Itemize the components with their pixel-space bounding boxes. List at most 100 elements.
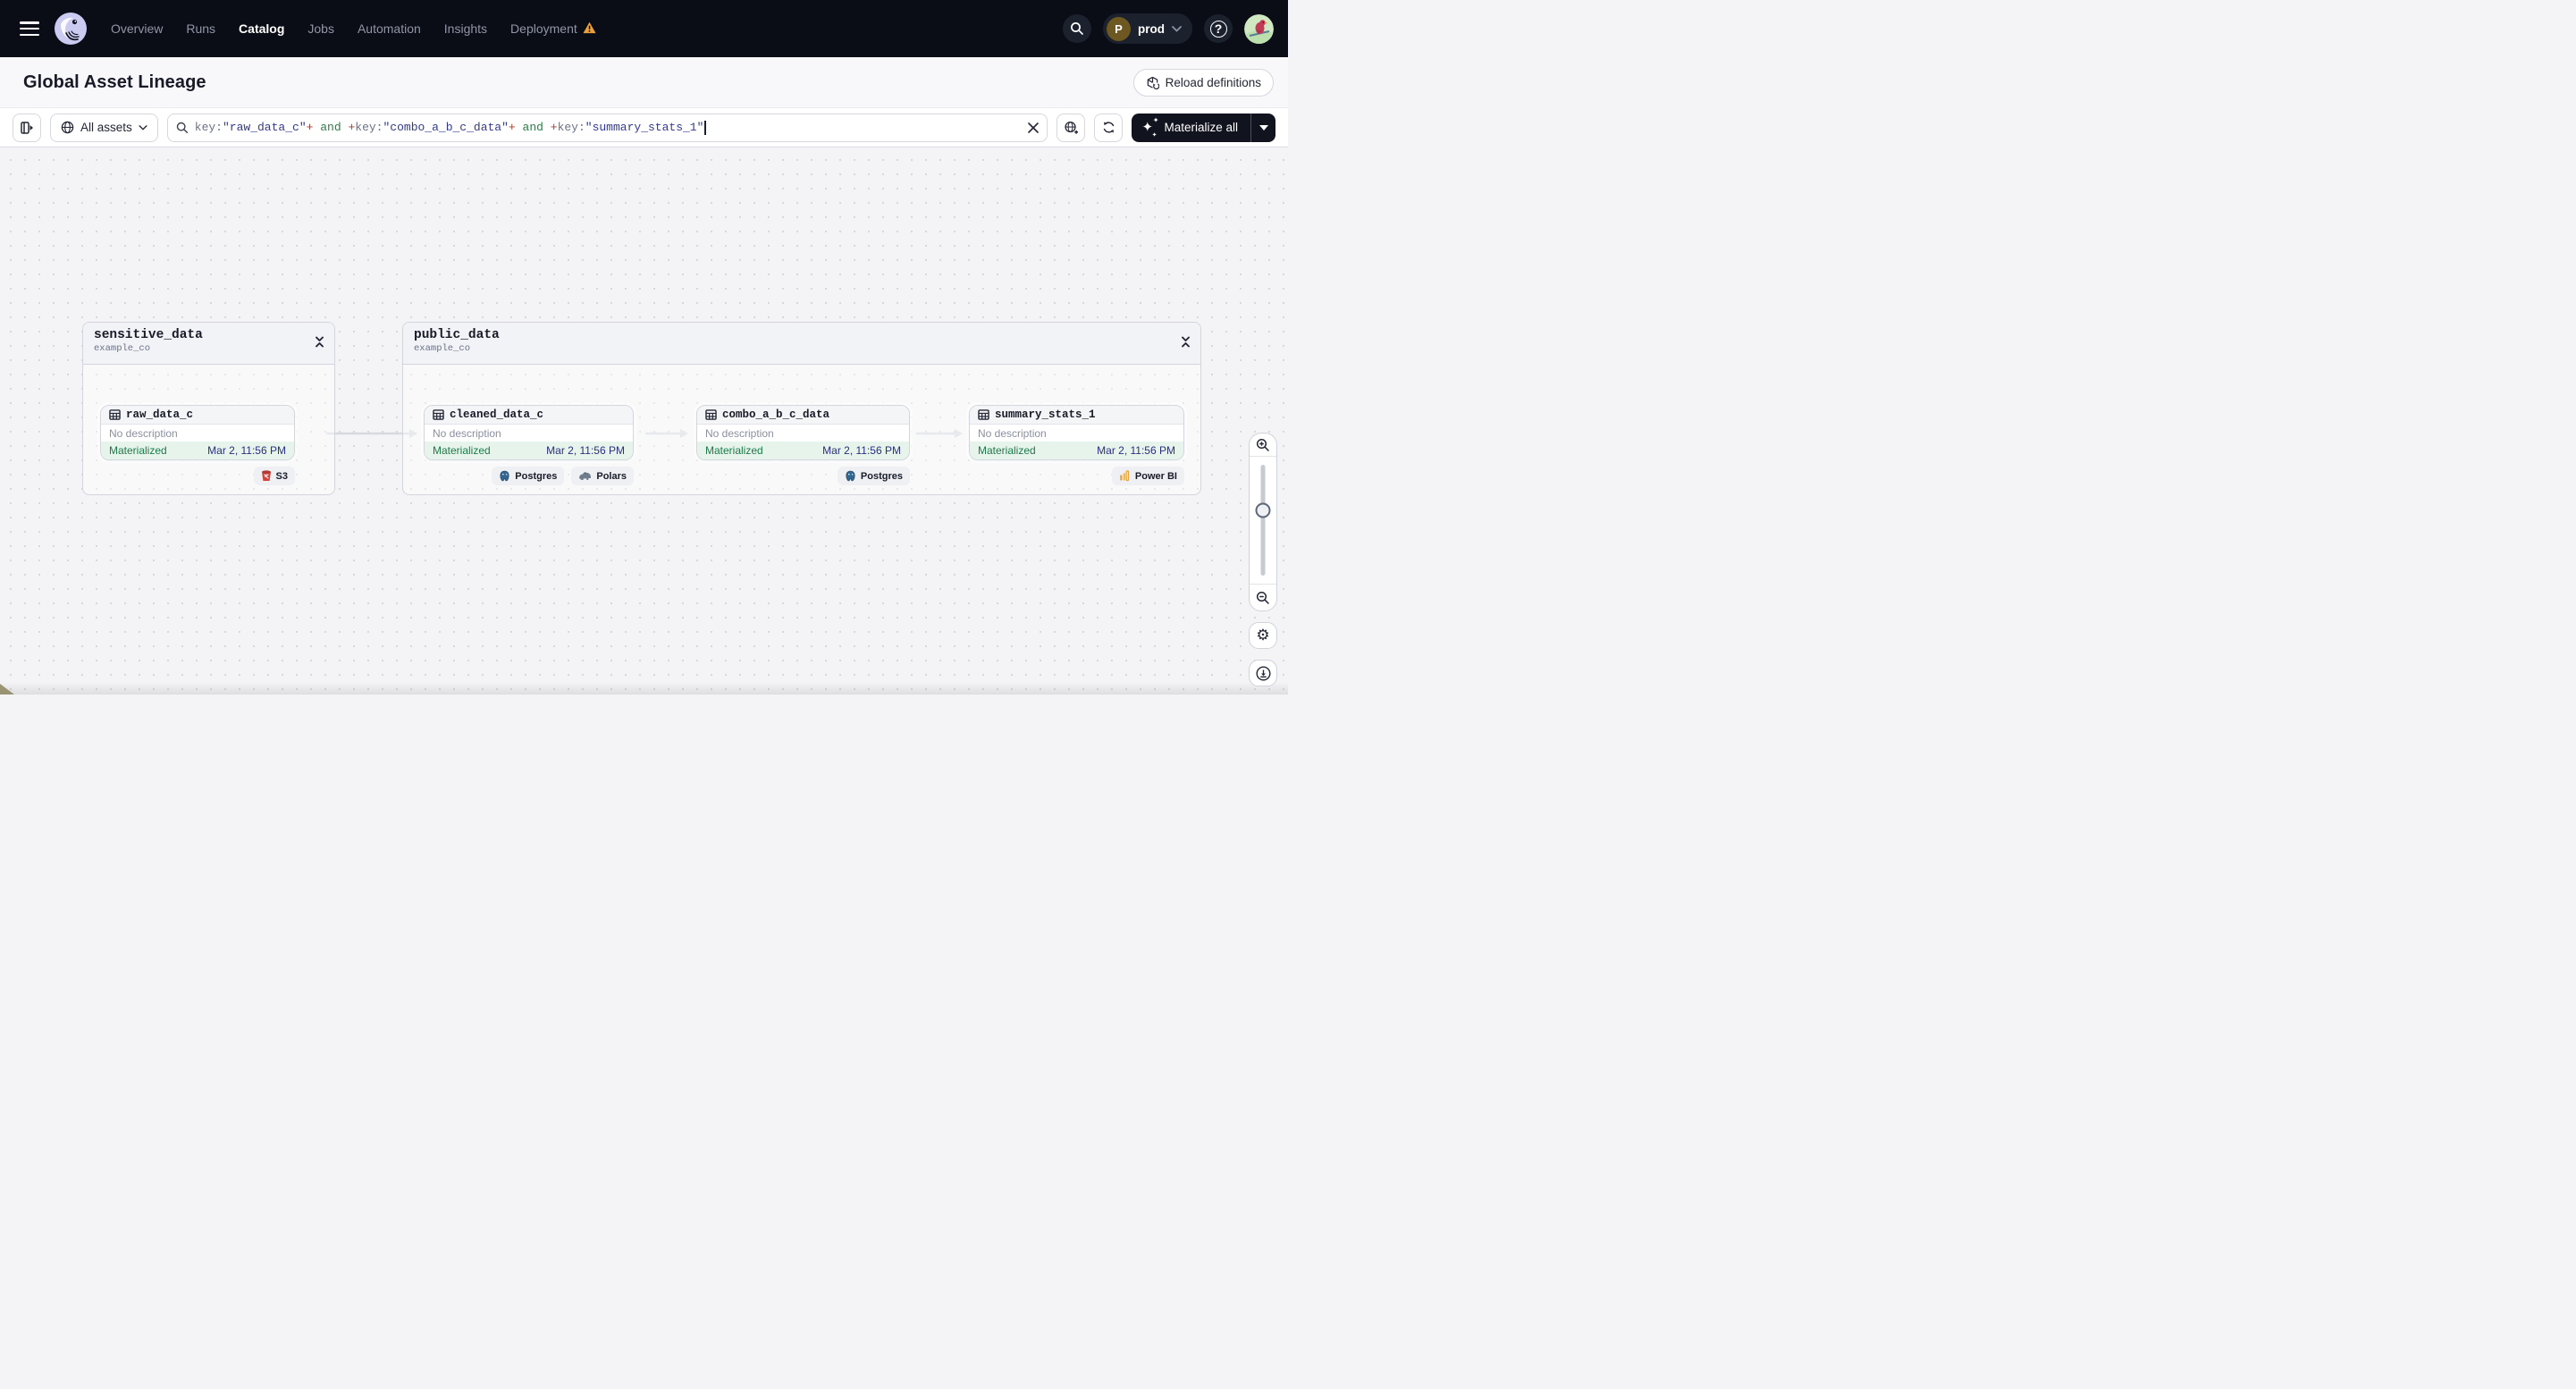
refresh-icon — [1103, 122, 1115, 133]
group-header: sensitive_data example_co — [83, 323, 334, 365]
download-image-button[interactable] — [1249, 660, 1277, 686]
query-token-value: "raw_data_c" — [223, 121, 307, 134]
nav-item-catalog[interactable]: Catalog — [239, 21, 284, 36]
query-token-attr: key: — [355, 121, 383, 134]
zoom-in-button[interactable] — [1250, 434, 1276, 457]
asset-status-bar: Materialized Mar 2, 11:56 PM — [697, 442, 909, 459]
status-label: Materialized — [978, 444, 1036, 457]
clear-icon[interactable] — [1028, 122, 1040, 133]
user-avatar[interactable] — [1244, 13, 1274, 44]
materialization-timestamp[interactable]: Mar 2, 11:56 PM — [207, 444, 286, 457]
collapse-group-icon[interactable] — [1180, 335, 1191, 353]
query-token-attr: key: — [194, 121, 223, 134]
materialization-timestamp[interactable]: Mar 2, 11:56 PM — [546, 444, 625, 457]
asset-scope-label: All assets — [80, 121, 132, 134]
nav-item-label: Deployment — [510, 21, 577, 36]
group-subtitle: example_co — [94, 343, 151, 354]
collapse-group-icon[interactable] — [314, 335, 325, 353]
asset-name: raw_data_c — [126, 408, 194, 421]
refresh-button[interactable] — [1094, 113, 1124, 142]
reload-definitions-label: Reload definitions — [1165, 75, 1261, 89]
asset-name: cleaned_data_c — [450, 408, 544, 421]
postgres-icon — [845, 470, 856, 482]
asset-node-combo_a_b_c_data[interactable]: combo_a_b_c_data No description Materializ… — [696, 405, 910, 460]
tag-badge-polars[interactable]: Polars — [571, 467, 634, 485]
panel-expand-icon — [20, 121, 33, 134]
table-icon — [705, 409, 717, 420]
reload-cube-icon — [1147, 76, 1159, 89]
nav-item-label: Runs — [186, 21, 216, 36]
tag-badge-postgres[interactable]: Postgres — [492, 467, 565, 485]
materialization-timestamp[interactable]: Mar 2, 11:56 PM — [822, 444, 901, 457]
powerbi-icon — [1119, 470, 1131, 482]
group-subtitle: example_co — [414, 343, 471, 354]
nav-item-label: Insights — [443, 21, 488, 36]
corner-decoration — [0, 684, 14, 694]
warning-icon — [583, 21, 596, 37]
group-name: sensitive_data — [94, 328, 203, 342]
gear-icon: ⚙ — [1256, 626, 1270, 644]
query-token-value: "summary_stats_1" — [585, 121, 704, 134]
materialize-all-label: Materialize all — [1164, 121, 1238, 134]
view-graph-button[interactable] — [1056, 113, 1086, 142]
zoom-slider[interactable] — [1250, 457, 1276, 584]
tag-badge-postgres[interactable]: Postgres — [837, 467, 910, 485]
asset-node-header: cleaned_data_c — [425, 406, 633, 425]
materialize-all-button[interactable]: ✦ ✦ ✦ Materialize all — [1132, 114, 1250, 142]
asset-description: No description — [425, 425, 633, 442]
group-header: public_data example_co — [403, 323, 1200, 365]
asset-tag-row: Postgres Polars — [424, 467, 634, 485]
environment-switcher[interactable]: P prod — [1103, 13, 1192, 44]
query-token-op: + — [306, 121, 314, 134]
asset-node-summary_stats_1[interactable]: summary_stats_1 No description Materialize… — [969, 405, 1184, 460]
asset-node-header: raw_data_c — [101, 406, 294, 425]
tag-badge-s3[interactable]: S3 — [253, 467, 295, 485]
query-token-op: + — [508, 121, 516, 134]
zoom-out-button[interactable] — [1250, 584, 1276, 610]
globe-plus-icon — [1065, 121, 1079, 134]
nav-item-jobs[interactable]: Jobs — [307, 21, 334, 36]
asset-node-cleaned_data_c[interactable]: cleaned_data_c No description Materialized… — [424, 405, 634, 460]
asset-scope-selector[interactable]: All assets — [50, 113, 158, 142]
materialization-timestamp[interactable]: Mar 2, 11:56 PM — [1097, 444, 1175, 457]
table-icon — [433, 409, 444, 420]
page-header: Global Asset Lineage Reload definitions — [0, 57, 1288, 108]
asset-selection-input[interactable]: key: "raw_data_c" + and + key: "combo_a_b_c_… — [166, 113, 1048, 142]
search-icon[interactable] — [1063, 14, 1091, 43]
lineage-toolbar: All assets key: "raw_data_c" + and + key: "c… — [0, 108, 1288, 147]
asset-node-raw_data_c[interactable]: raw_data_c No description Materialized Mar … — [100, 405, 295, 460]
dagster-logo-icon[interactable] — [54, 12, 88, 46]
nav-item-insights[interactable]: Insights — [444, 21, 487, 36]
table-icon — [109, 409, 121, 420]
materialize-options-button[interactable] — [1250, 113, 1275, 142]
polars-icon — [578, 471, 592, 481]
tag-badge-power-bi[interactable]: Power BI — [1111, 467, 1184, 485]
asset-description: No description — [697, 425, 909, 442]
lineage-canvas[interactable]: ⚙ sensitive_data example_co raw_data_c No d… — [0, 147, 1288, 694]
sparkles-icon: ✦ ✦ ✦ — [1141, 115, 1159, 139]
graph-settings-button[interactable]: ⚙ — [1249, 622, 1277, 649]
download-icon — [1255, 665, 1271, 681]
primary-nav: Overview Runs Catalog Jobs Automation Insight… — [111, 21, 596, 37]
toggle-sidebar-button[interactable] — [13, 113, 41, 142]
help-button[interactable]: ? — [1204, 14, 1233, 43]
s3-icon — [261, 470, 272, 482]
nav-item-label: Jobs — [307, 21, 334, 36]
zoom-slider-thumb[interactable] — [1255, 502, 1271, 518]
nav-item-runs[interactable]: Runs — [186, 21, 215, 36]
question-icon: ? — [1209, 20, 1227, 38]
menu-icon[interactable] — [20, 21, 39, 36]
group-name: public_data — [414, 328, 500, 342]
environment-name: prod — [1138, 21, 1165, 36]
nav-item-label: Overview — [111, 21, 164, 36]
nav-item-overview[interactable]: Overview — [111, 21, 163, 36]
status-label: Materialized — [433, 444, 491, 457]
tag-label: Postgres — [515, 470, 558, 482]
tag-label: Power BI — [1134, 470, 1177, 482]
query-token-op: + — [550, 121, 558, 134]
query-token-attr: key: — [557, 121, 585, 134]
reload-definitions-button[interactable]: Reload definitions — [1132, 68, 1274, 97]
nav-item-automation[interactable]: Automation — [358, 21, 421, 36]
nav-item-deployment[interactable]: Deployment — [510, 21, 596, 37]
zoom-slider-track[interactable] — [1260, 465, 1266, 576]
